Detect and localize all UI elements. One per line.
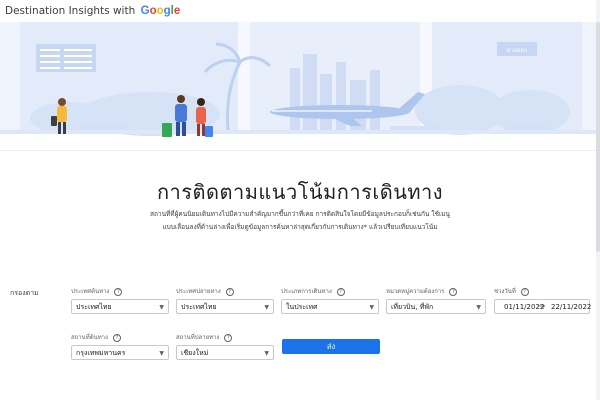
dropdown-arrow-icon: ▼ bbox=[159, 304, 164, 311]
date-range-label: ช่วงวันที่ bbox=[494, 288, 516, 295]
origin-place-value: กรุงเทพมหานคร bbox=[76, 349, 126, 357]
submit-button[interactable]: ส่ง bbox=[282, 339, 380, 354]
origin-place-label: สถานที่ต้นทาง bbox=[71, 334, 108, 341]
origin-country-label: ประเทศต้นทาง bbox=[71, 288, 110, 295]
exit-sign: ทางออก bbox=[506, 47, 527, 54]
trip-type-field: ประเภทการเดินทาง? ในประเทศ ▼ bbox=[281, 287, 379, 314]
destination-place-label: สถานที่ปลายทาง bbox=[176, 334, 220, 341]
scrollbar[interactable] bbox=[596, 0, 600, 400]
origin-country-select[interactable]: ประเทศไทย ▼ bbox=[71, 299, 169, 314]
date-end[interactable]: 22/11/2022 bbox=[551, 300, 591, 315]
airport-illustration: ทางออก bbox=[0, 22, 600, 150]
trip-type-value: ในประเทศ bbox=[286, 303, 318, 311]
filter-heading: กรองตาม bbox=[10, 289, 39, 297]
dropdown-arrow-icon: ▼ bbox=[264, 350, 269, 357]
origin-place-select[interactable]: กรุงเทพมหานคร ▼ bbox=[71, 345, 169, 360]
destination-country-label: ประเทศปลายทาง bbox=[176, 288, 221, 295]
dropdown-arrow-icon: ▼ bbox=[159, 350, 164, 357]
origin-country-value: ประเทศไทย bbox=[76, 303, 112, 311]
destination-place-field: สถานที่ปลายทาง? เชียงใหม่ ▼ bbox=[176, 333, 274, 360]
app-title-text: Destination Insights with bbox=[5, 5, 136, 17]
arrow-right-icon: → bbox=[537, 301, 546, 312]
trip-type-select[interactable]: ในประเทศ ▼ bbox=[281, 299, 379, 314]
destination-country-value: ประเทศไทย bbox=[181, 303, 217, 311]
help-icon[interactable]: ? bbox=[112, 333, 121, 342]
date-range-field: ช่วงวันที่? 01/11/2022 → 22/11/2022 bbox=[494, 287, 591, 315]
category-field: หมวดหมู่ความต้องการ? เที่ยวบิน, ที่พัก ▼ bbox=[386, 287, 486, 314]
page-subtitle: สถานที่ที่ผู้คนนิยมเดินทางไปมีความสำคัญม… bbox=[150, 210, 450, 231]
help-icon[interactable]: ? bbox=[225, 287, 234, 296]
hero-illustration: ทางออก bbox=[0, 22, 600, 150]
section-divider bbox=[0, 150, 600, 151]
origin-place-field: สถานที่ต้นทาง? กรุงเทพมหานคร ▼ bbox=[71, 333, 169, 360]
scrollbar-thumb[interactable] bbox=[596, 22, 600, 252]
category-label: หมวดหมู่ความต้องการ bbox=[386, 288, 445, 295]
destination-country-select[interactable]: ประเทศไทย ▼ bbox=[176, 299, 274, 314]
category-select[interactable]: เที่ยวบิน, ที่พัก ▼ bbox=[386, 299, 486, 314]
dropdown-arrow-icon: ▼ bbox=[369, 304, 374, 311]
help-icon[interactable]: ? bbox=[520, 287, 529, 296]
destination-country-field: ประเทศปลายทาง? ประเทศไทย ▼ bbox=[176, 287, 274, 314]
dropdown-arrow-icon: ▼ bbox=[476, 304, 481, 311]
page-title: การติดตามแนวโน้มการเดินทาง bbox=[156, 180, 444, 204]
help-icon[interactable]: ? bbox=[449, 287, 458, 296]
origin-country-field: ประเทศต้นทาง? ประเทศไทย ▼ bbox=[71, 287, 169, 314]
header: Destination Insights with Google bbox=[0, 0, 600, 22]
help-icon[interactable]: ? bbox=[224, 333, 233, 342]
destination-place-value: เชียงใหม่ bbox=[181, 349, 209, 357]
help-icon[interactable]: ? bbox=[336, 287, 345, 296]
help-icon[interactable]: ? bbox=[114, 287, 123, 296]
destination-place-select[interactable]: เชียงใหม่ ▼ bbox=[176, 345, 274, 360]
trip-type-label: ประเภทการเดินทาง bbox=[281, 288, 332, 295]
category-value: เที่ยวบิน, ที่พัก bbox=[391, 303, 434, 311]
app-title[interactable]: Destination Insights with Google bbox=[5, 5, 180, 17]
date-range-picker[interactable]: 01/11/2022 → 22/11/2022 bbox=[494, 299, 591, 315]
dropdown-arrow-icon: ▼ bbox=[264, 304, 269, 311]
google-logo: Google bbox=[140, 5, 181, 17]
